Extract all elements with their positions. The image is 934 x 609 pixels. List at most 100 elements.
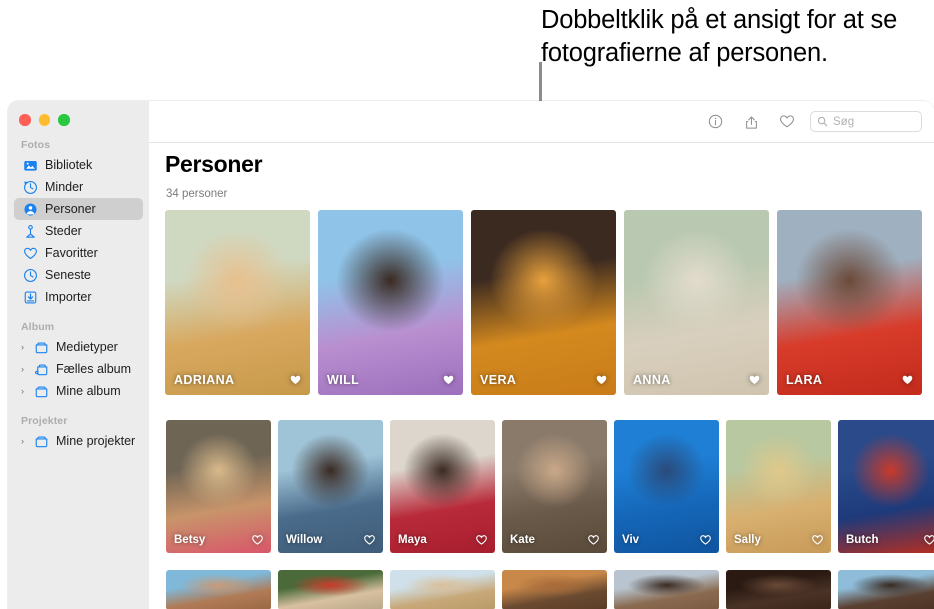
- sidebar-section-header: Album: [21, 321, 55, 333]
- minimize-button[interactable]: [38, 114, 50, 126]
- sidebar-item-minder[interactable]: Minder: [14, 176, 143, 198]
- sidebar-item-label: Seneste: [45, 268, 91, 282]
- person-tile[interactable]: [390, 570, 495, 609]
- person-tile[interactable]: ADRIANA: [165, 210, 310, 395]
- search-input[interactable]: Søg: [810, 111, 922, 132]
- favorite-heart-outline-icon[interactable]: [475, 534, 488, 546]
- person-name: Willow: [286, 534, 323, 546]
- chevron-right-icon[interactable]: ›: [21, 364, 32, 374]
- favorite-heart-outline-icon[interactable]: [923, 534, 934, 546]
- person-photo: [838, 570, 934, 609]
- share-icon[interactable]: [738, 109, 764, 135]
- people-grid-row-3: [166, 570, 934, 609]
- person-tile[interactable]: Kate: [502, 420, 607, 553]
- callout-text: Dobbeltklik på et ansigt for at se fotog…: [541, 6, 898, 67]
- favorite-heart-outline-icon[interactable]: [811, 534, 824, 546]
- favorite-heart-filled-icon[interactable]: [442, 374, 455, 386]
- favorite-heart-outline-icon[interactable]: [587, 534, 600, 546]
- favorite-heart-filled-icon[interactable]: [748, 374, 761, 386]
- sidebar-item-mine-projekter[interactable]: › Mine projekter: [14, 430, 143, 452]
- places-pin-icon: [22, 224, 39, 239]
- sidebar-item-label: Bibliotek: [45, 158, 93, 172]
- favorite-heart-icon[interactable]: [774, 109, 800, 135]
- zoom-button[interactable]: [58, 114, 70, 126]
- window-traffic-lights: [19, 114, 70, 126]
- page-title: Personer: [165, 151, 263, 177]
- person-name-bar: Butch: [838, 527, 934, 553]
- person-name-bar: Maya: [390, 527, 495, 553]
- sidebar-item-label: Fælles album: [56, 362, 132, 376]
- sidebar-item-seneste[interactable]: Seneste: [14, 264, 143, 286]
- people-icon: [22, 202, 39, 217]
- favorite-heart-outline-icon[interactable]: [251, 534, 264, 546]
- person-photo: [726, 570, 831, 609]
- person-tile[interactable]: [166, 570, 271, 609]
- person-photo: [278, 570, 383, 609]
- person-tile[interactable]: WILL: [318, 210, 463, 395]
- person-tile[interactable]: ANNA: [624, 210, 769, 395]
- person-photo: [614, 570, 719, 609]
- person-name-bar: Sally: [726, 527, 831, 553]
- folder-icon: [33, 434, 50, 449]
- person-tile[interactable]: [838, 570, 934, 609]
- sidebar-item-personer[interactable]: Personer: [14, 198, 143, 220]
- person-name-bar: ADRIANA: [165, 365, 310, 395]
- sidebar-item-medietyper[interactable]: › Medietyper: [14, 336, 143, 358]
- person-tile[interactable]: [614, 570, 719, 609]
- info-icon[interactable]: [702, 109, 728, 135]
- sidebar-item-mine-album[interactable]: › Mine album: [14, 380, 143, 402]
- favorite-heart-outline-icon[interactable]: [699, 534, 712, 546]
- person-tile[interactable]: [726, 570, 831, 609]
- person-name-bar: Willow: [278, 527, 383, 553]
- person-name: Butch: [846, 534, 879, 546]
- person-photo: [502, 570, 607, 609]
- person-name: ADRIANA: [174, 373, 235, 387]
- sidebar-item-bibliotek[interactable]: Bibliotek: [14, 154, 143, 176]
- person-name-bar: Kate: [502, 527, 607, 553]
- favorite-heart-filled-icon[interactable]: [901, 374, 914, 386]
- sidebar: Fotos Bibliotek Minder Personer Steder Favori…: [8, 101, 149, 609]
- person-tile[interactable]: Viv: [614, 420, 719, 553]
- person-tile[interactable]: Betsy: [166, 420, 271, 553]
- sidebar-item-label: Mine album: [56, 384, 121, 398]
- sidebar-item-importer[interactable]: Importer: [14, 286, 143, 308]
- person-name: Kate: [510, 534, 535, 546]
- chevron-right-icon[interactable]: ›: [21, 436, 32, 446]
- person-tile[interactable]: Willow: [278, 420, 383, 553]
- import-icon: [22, 290, 39, 305]
- person-tile[interactable]: Butch: [838, 420, 934, 553]
- favorite-heart-outline-icon[interactable]: [363, 534, 376, 546]
- search-placeholder: Søg: [833, 115, 855, 128]
- person-tile[interactable]: Maya: [390, 420, 495, 553]
- photos-app-window: Fotos Bibliotek Minder Personer Steder Favori…: [8, 101, 934, 609]
- people-grid-row-2: Betsy Willow Maya Kate Viv Sally Butch: [166, 420, 934, 553]
- person-name: VERA: [480, 373, 517, 387]
- person-name: LARA: [786, 373, 823, 387]
- person-tile[interactable]: LARA: [777, 210, 922, 395]
- person-tile[interactable]: [502, 570, 607, 609]
- sidebar-item-label: Minder: [45, 180, 84, 194]
- person-tile[interactable]: [278, 570, 383, 609]
- sidebar-sections: Fotos Bibliotek Minder Personer Steder Favori…: [8, 139, 149, 452]
- person-tile[interactable]: VERA: [471, 210, 616, 395]
- close-button[interactable]: [19, 114, 31, 126]
- person-name-bar: ANNA: [624, 365, 769, 395]
- person-tile[interactable]: Sally: [726, 420, 831, 553]
- favorite-heart-filled-icon[interactable]: [289, 374, 302, 386]
- sidebar-section-projekter: Projekter › Mine projekter: [8, 415, 149, 452]
- sidebar-item-label: Personer: [45, 202, 96, 216]
- people-count-label: 34 personer: [166, 188, 228, 200]
- chevron-right-icon[interactable]: ›: [21, 342, 32, 352]
- memories-icon: [22, 180, 39, 195]
- sidebar-item-steder[interactable]: Steder: [14, 220, 143, 242]
- toolbar: Søg: [149, 101, 934, 143]
- folder-icon: [33, 384, 50, 399]
- person-name-bar: LARA: [777, 365, 922, 395]
- clock-icon: [22, 268, 39, 283]
- chevron-right-icon[interactable]: ›: [21, 386, 32, 396]
- sidebar-item-favoritter[interactable]: Favoritter: [14, 242, 143, 264]
- person-photo: [390, 570, 495, 609]
- favorite-heart-filled-icon[interactable]: [595, 374, 608, 386]
- sidebar-item-f-lles-album[interactable]: › Fælles album: [14, 358, 143, 380]
- sidebar-item-label: Steder: [45, 224, 82, 238]
